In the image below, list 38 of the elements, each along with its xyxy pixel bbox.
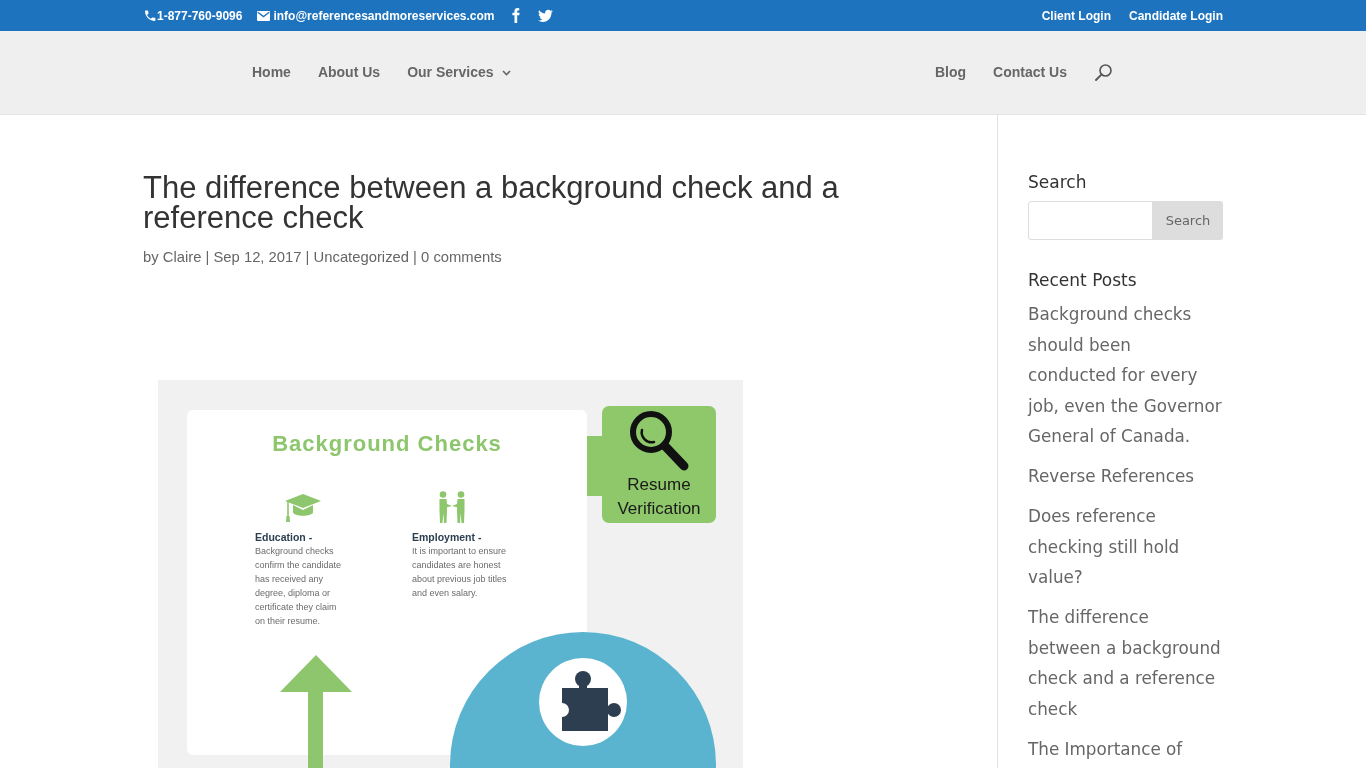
nav-link[interactable]: Our Services: [407, 62, 511, 83]
item-heading: Education -: [255, 530, 313, 544]
two-people-icon: [437, 491, 467, 523]
recent-post-link[interactable]: Does reference checking still hold value?: [1028, 501, 1223, 593]
nav-link[interactable]: About Us: [317, 62, 381, 83]
email-link[interactable]: info@referencesandmoreservices.com: [273, 6, 495, 25]
magnifying-glass-icon: [629, 410, 689, 471]
graduation-cap-icon: [284, 493, 322, 523]
search-button[interactable]: Search: [1153, 201, 1223, 240]
search-field[interactable]: [1028, 201, 1153, 240]
puzzle-piece-icon: [539, 658, 627, 746]
recent-post-link[interactable]: The difference between a background check and a reference check: [1028, 602, 1223, 724]
account-link[interactable]: Client Login: [1041, 6, 1111, 25]
envelope-icon: [257, 10, 271, 21]
phone-icon: [145, 9, 156, 22]
twitter-icon[interactable]: [537, 9, 553, 22]
post-meta: by Claire | Sep 12, 2017 | Uncategorized | 0 comments: [143, 248, 502, 267]
post-title: The difference between a background check and a reference check: [143, 173, 840, 233]
recent-post-link[interactable]: The Importance of: [1028, 733, 1223, 764]
nav-link[interactable]: Contact Us: [993, 62, 1067, 83]
search-icon[interactable]: [1095, 64, 1112, 81]
recent-post-link[interactable]: Reverse References: [1028, 461, 1223, 492]
item-description: Background checks confirm the candidate has received any degree, diploma or certificate they claim on their resume.: [255, 545, 343, 628]
widget-heading: Search: [1028, 171, 1088, 194]
recent-post-link[interactable]: Background checks should been conducted for every job, even the Governor General of Canada.: [1028, 299, 1223, 452]
item-description: It is important to ensure candidates are honest about previous job titles and even salary.: [412, 545, 508, 600]
post-meta-link[interactable]: 0 comments: [421, 249, 502, 265]
phone-number: 1-877-760-9096: [157, 7, 243, 25]
widget-heading: Recent Posts: [1028, 269, 1138, 292]
post-meta-link[interactable]: Claire: [162, 249, 202, 265]
nav-link[interactable]: Home: [252, 62, 291, 83]
nav-link[interactable]: Blog: [935, 62, 967, 83]
post-meta-link[interactable]: Uncategorized: [313, 249, 409, 265]
infographic-title: Background Checks: [272, 431, 502, 456]
callout-text: Resume Verification: [616, 474, 702, 520]
item-heading: Employment -: [412, 530, 482, 544]
account-link[interactable]: Candidate Login: [1129, 6, 1223, 25]
facebook-icon[interactable]: [511, 8, 520, 23]
